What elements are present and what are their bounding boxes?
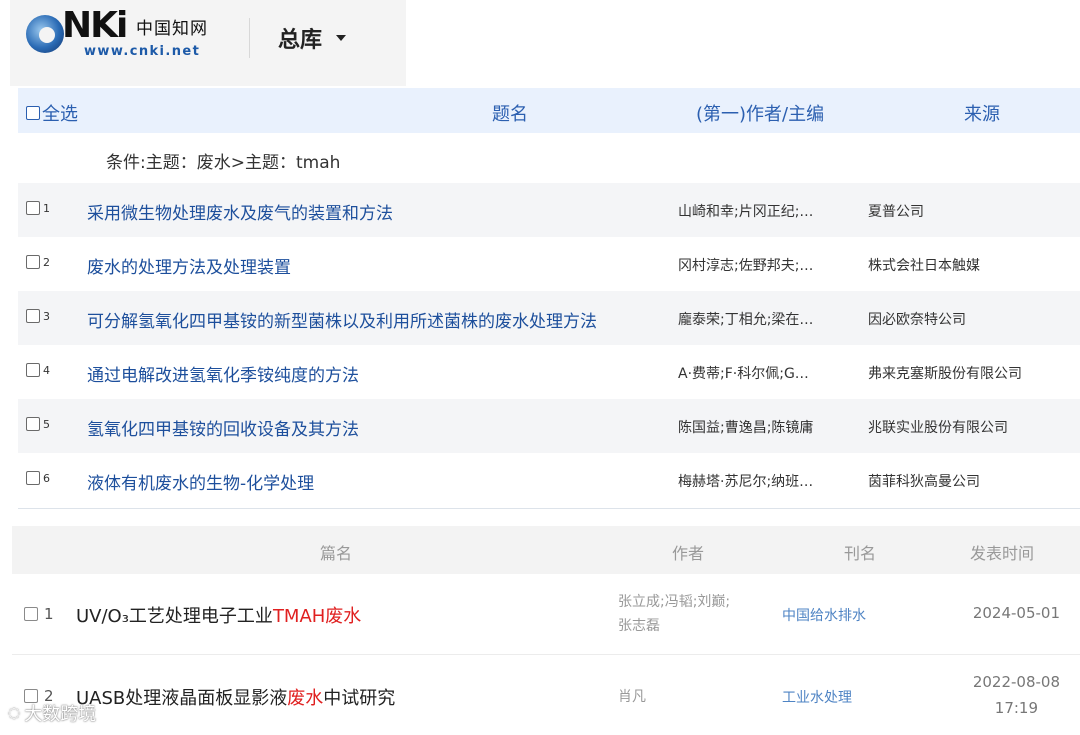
- column-header-source[interactable]: 来源: [964, 100, 1000, 126]
- select-all-checkbox[interactable]: 全选: [26, 100, 78, 126]
- patent-results-table: 全选 题名 (第一)作者/主编 来源 条件:主题：废水>主题：tmah 1 采用…: [18, 88, 1080, 507]
- checkbox-icon[interactable]: [26, 106, 40, 120]
- result-source: 弗来克塞斯股份有限公司: [868, 366, 1022, 382]
- article-title-text: UV/O₃工艺处理电子工业: [76, 606, 273, 627]
- database-selector[interactable]: 总库: [278, 22, 347, 54]
- checkbox-icon[interactable]: [26, 417, 40, 431]
- result-source: 因必欧奈特公司: [868, 312, 966, 328]
- result-title-link[interactable]: 采用微生物处理废水及废气的装置和方法: [87, 199, 393, 224]
- result-author: 冈村淳志;佐野邦夫;…: [678, 258, 814, 274]
- table-row: 2 废水的处理方法及处理装置 冈村淳志;佐野邦夫;… 株式会社日本触媒: [18, 237, 1080, 291]
- title-highlight: 废水: [287, 688, 324, 709]
- column-header-author[interactable]: (第一)作者/主编: [696, 100, 824, 126]
- article-authors[interactable]: 张立成;冯韬;刘巅; 张志磊: [618, 590, 730, 638]
- table-header: 全选 题名 (第一)作者/主编 来源: [18, 88, 1080, 133]
- logo-chinese-name: 中国知网: [136, 19, 208, 39]
- column-header-date[interactable]: 发表时间: [970, 540, 1034, 564]
- row-select[interactable]: 3: [26, 309, 50, 323]
- result-author: 梅赫塔·苏尼尔;纳班…: [678, 474, 814, 490]
- journal-results-table: 篇名 作者 刊名 发表时间 1 UV/O₃工艺处理电子工业TMAH废水 张立成;…: [12, 526, 1080, 735]
- chat-bubble-icon: ◌: [8, 705, 21, 721]
- row-select[interactable]: 6: [26, 471, 50, 485]
- checkbox-icon[interactable]: [26, 363, 40, 377]
- result-author: A·费蒂;F·科尔佩;G…: [678, 366, 809, 382]
- result-title-link[interactable]: 通过电解改进氢氧化季铵纯度的方法: [87, 361, 359, 386]
- table-row: 5 氢氧化四甲基铵的回收设备及其方法 陈国益;曹逸昌;陈镜庸 兆联实业股份有限公…: [18, 399, 1080, 453]
- author-line: 张立成;冯韬;刘巅;: [618, 594, 731, 610]
- table-row: 1 采用微生物处理废水及废气的装置和方法 山崎和幸;片冈正纪;… 夏普公司: [18, 183, 1080, 237]
- database-selector-label: 总库: [278, 28, 323, 53]
- row-select[interactable]: 1: [24, 605, 54, 623]
- table-row: 6 液体有机废水的生物-化学处理 梅赫塔·苏尼尔;纳班… 茵菲科狄高曼公司: [18, 453, 1080, 507]
- table-header: 篇名 作者 刊名 发表时间: [12, 526, 1080, 574]
- article-title-link[interactable]: UASB处理液晶面板显影液废水中试研究: [76, 684, 395, 710]
- result-title-link[interactable]: 氢氧化四甲基铵的回收设备及其方法: [87, 415, 359, 440]
- row-number: 4: [43, 363, 50, 377]
- search-condition-text: 条件:主题：废水>主题：tmah: [106, 153, 341, 173]
- article-title-text: UASB处理液晶面板显影液: [76, 688, 288, 709]
- publish-date: 2022-08-08 17:19: [973, 669, 1060, 721]
- row-number: 1: [43, 201, 50, 215]
- article-title-link[interactable]: UV/O₃工艺处理电子工业TMAH废水: [76, 602, 361, 628]
- date-text: 2024-05-01: [972, 604, 1060, 622]
- column-header-journal[interactable]: 刊名: [844, 540, 876, 564]
- column-header-author[interactable]: 作者: [672, 540, 704, 564]
- article-title-suffix: 中试研究: [323, 688, 396, 709]
- row-number: 5: [43, 417, 50, 431]
- checkbox-icon[interactable]: [24, 607, 38, 621]
- row-number: 1: [44, 605, 54, 623]
- title-highlight: TMAH废水: [272, 606, 362, 627]
- result-title-link[interactable]: 可分解氢氧化四甲基铵的新型菌株以及利用所述菌株的废水处理方法: [87, 307, 597, 332]
- table-row: 1 UV/O₃工艺处理电子工业TMAH废水 张立成;冯韬;刘巅; 张志磊 中国给水…: [12, 574, 1080, 655]
- time-text: 17:19: [994, 699, 1039, 717]
- table-row: 2 UASB处理液晶面板显影液废水中试研究 肖凡 工业水处理 2022-08-0…: [12, 655, 1080, 735]
- checkbox-icon[interactable]: [26, 201, 40, 215]
- author-line: 张志磊: [618, 618, 660, 634]
- row-select[interactable]: 4: [26, 363, 50, 377]
- search-condition: 条件:主题：废水>主题：tmah: [18, 133, 1080, 183]
- result-source: 株式会社日本触媒: [868, 258, 980, 274]
- table-row: 3 可分解氢氧化四甲基铵的新型菌株以及利用所述菌株的废水处理方法 龐泰荣;丁相允…: [18, 291, 1080, 345]
- result-author: 龐泰荣;丁相允;梁在…: [678, 312, 814, 328]
- column-header-title[interactable]: 篇名: [320, 540, 352, 564]
- select-all-label: 全选: [42, 104, 78, 125]
- result-title-link[interactable]: 液体有机废水的生物-化学处理: [87, 469, 314, 494]
- article-authors[interactable]: 肖凡: [618, 685, 646, 709]
- row-select[interactable]: 5: [26, 417, 50, 431]
- row-select[interactable]: 2: [26, 255, 50, 269]
- journal-name-link[interactable]: 中国给水排水: [782, 605, 866, 625]
- watermark: ◌ 大数跨境: [8, 700, 96, 726]
- row-number: 3: [43, 309, 50, 323]
- result-title-link[interactable]: 废水的处理方法及处理装置: [87, 253, 291, 278]
- result-author: 陈国益;曹逸昌;陈镜庸: [678, 420, 814, 436]
- row-select[interactable]: 1: [26, 201, 50, 215]
- row-number: 2: [43, 255, 50, 269]
- result-source: 茵菲科狄高曼公司: [868, 474, 980, 490]
- journal-name-link[interactable]: 工业水处理: [782, 687, 852, 707]
- row-number: 6: [43, 471, 50, 485]
- checkbox-icon[interactable]: [26, 471, 40, 485]
- result-source: 兆联实业股份有限公司: [868, 420, 1008, 436]
- checkbox-icon[interactable]: [26, 255, 40, 269]
- globe-logo-icon: [26, 15, 64, 53]
- chevron-down-icon: [336, 35, 347, 41]
- logo-url: www.cnki.net: [84, 44, 201, 59]
- checkbox-icon[interactable]: [26, 309, 40, 323]
- site-header: NKi 中国知网 www.cnki.net 总库: [10, 0, 406, 86]
- watermark-text: 大数跨境: [24, 704, 97, 725]
- author-line: 肖凡: [618, 689, 646, 705]
- result-author: 山崎和幸;片冈正纪;…: [678, 204, 814, 220]
- result-source: 夏普公司: [868, 204, 924, 220]
- header-divider: [249, 18, 250, 58]
- table-row: 4 通过电解改进氢氧化季铵纯度的方法 A·费蒂;F·科尔佩;G… 弗来克塞斯股份…: [18, 345, 1080, 399]
- logo-brand-text: NKi: [62, 5, 128, 46]
- cnki-logo[interactable]: NKi 中国知网 www.cnki.net: [26, 8, 231, 64]
- column-header-title[interactable]: 题名: [492, 100, 528, 126]
- table-divider: [18, 508, 1080, 509]
- publish-date: 2024-05-01: [973, 600, 1060, 626]
- date-text: 2022-08-08: [972, 673, 1060, 691]
